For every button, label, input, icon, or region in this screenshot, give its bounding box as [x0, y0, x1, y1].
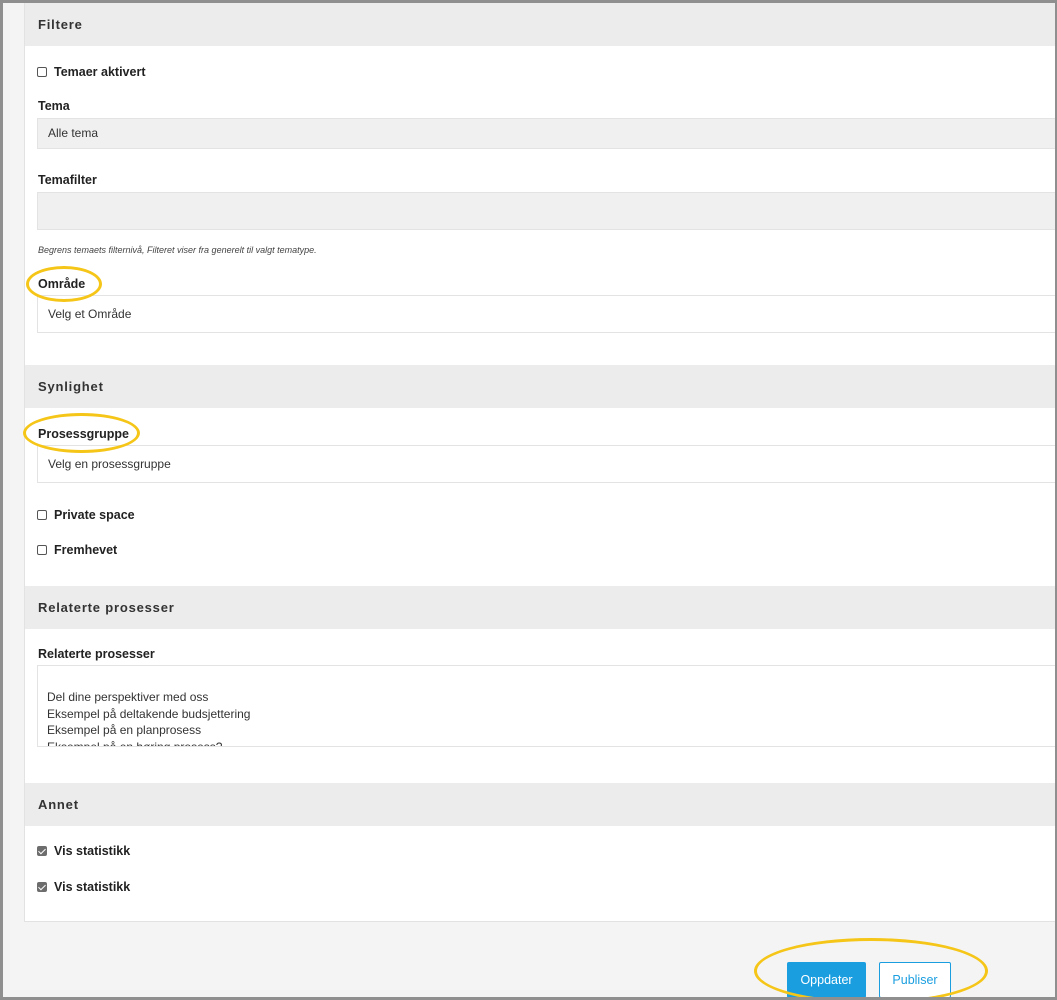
update-button[interactable]: Oppdater: [787, 962, 866, 998]
section-header-filters: Filtere: [25, 3, 1057, 46]
private-space-checkbox[interactable]: Private space: [37, 508, 135, 522]
checkbox-icon[interactable]: [37, 545, 47, 555]
theme-select[interactable]: Alle tema: [37, 118, 1057, 149]
checkbox-checked-icon[interactable]: [37, 846, 47, 856]
related-processes-label: Relaterte prosesser: [38, 647, 155, 661]
list-item[interactable]: Eksempel på deltakende budsjettering: [47, 706, 1057, 723]
section-header-visibility: Synlighet: [25, 365, 1057, 408]
checkbox-checked-icon[interactable]: [37, 882, 47, 892]
process-group-select[interactable]: Velg en prosessgruppe: [37, 445, 1057, 483]
show-statistics-label: Vis statistikk: [54, 844, 131, 858]
theme-label: Tema: [38, 99, 70, 113]
process-group-label: Prosessgruppe: [38, 427, 130, 441]
area-select[interactable]: Velg et Område: [37, 295, 1057, 333]
process-group-placeholder: Velg en prosessgruppe: [48, 457, 171, 471]
area-select-placeholder: Velg et Område: [48, 307, 132, 321]
highlighted-checkbox[interactable]: Fremhevet: [37, 543, 117, 557]
checkbox-icon[interactable]: [37, 510, 47, 520]
theme-filter-label: Temafilter: [38, 173, 97, 187]
publish-button[interactable]: Publiser: [879, 962, 951, 998]
section-header-other: Annet: [25, 783, 1057, 826]
theme-filter-hint: Begrens temaets filternivå, Filteret vis…: [38, 245, 317, 255]
private-space-label: Private space: [54, 508, 135, 522]
show-statistics-checkbox-1[interactable]: Vis statistikk: [37, 844, 130, 858]
highlighted-label: Fremhevet: [54, 543, 118, 557]
show-statistics-label: Vis statistikk: [54, 880, 131, 894]
list-item[interactable]: Eksempel på en høring prosess?: [47, 739, 1057, 747]
related-processes-listbox[interactable]: Del dine perspektiver med oss Eksempel p…: [37, 665, 1057, 747]
form-panel: Filtere Temaer aktivert Tema Alle tema T…: [24, 3, 1057, 922]
list-item[interactable]: Del dine perspektiver med oss: [47, 689, 1057, 706]
theme-select-value: Alle tema: [48, 126, 99, 140]
show-statistics-checkbox-2[interactable]: Vis statistikk: [37, 880, 130, 894]
themes-enabled-label: Temaer aktivert: [54, 65, 146, 79]
list-item[interactable]: Eksempel på en planprosess: [47, 722, 1057, 739]
themes-enabled-checkbox[interactable]: Temaer aktivert: [37, 65, 146, 79]
section-header-related: Relaterte prosesser: [25, 586, 1057, 629]
area-label: Område: [38, 277, 86, 291]
theme-filter-field[interactable]: [37, 192, 1057, 230]
checkbox-icon[interactable]: [37, 67, 47, 77]
